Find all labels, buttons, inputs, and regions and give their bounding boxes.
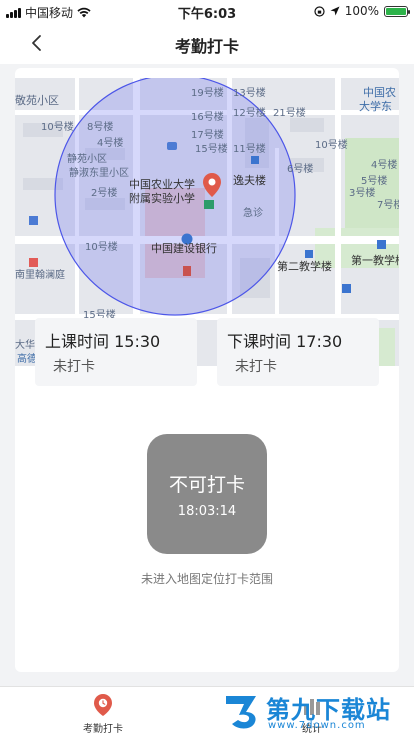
map-label: 4号楼 <box>97 138 124 149</box>
watermark-url: www.7down.com <box>268 720 366 731</box>
map-label: 静苑小区 <box>67 154 107 165</box>
map-label: 6号楼 <box>287 164 314 175</box>
map-label: 静淑东里小区 <box>69 168 129 179</box>
checkin-label: 不可打卡 <box>168 474 245 496</box>
map-label: 2号楼 <box>91 188 118 199</box>
map-label: 敬苑小区 <box>15 94 59 107</box>
map-label: 10号楼 <box>315 140 348 151</box>
checkin-clock: 18:03:14 <box>177 504 237 519</box>
map-label: 11号楼 <box>233 144 266 155</box>
battery-icon <box>384 5 410 17</box>
map-label: 19号楼 <box>191 88 224 99</box>
map-label: 第一教学楼 <box>351 254 399 267</box>
tab-attendance-label: 考勤打卡 <box>83 724 123 735</box>
rotation-lock-icon <box>314 5 325 17</box>
map-label: 附属实验小学 <box>129 192 195 205</box>
location-arrow-icon <box>330 6 340 16</box>
map-label: 大学东 <box>359 100 392 113</box>
map-label: 12号楼 <box>233 108 266 119</box>
class-end-box: 下课时间 17:30 未打卡 <box>217 318 379 386</box>
map-label: 南里翰澜庭 <box>15 270 65 281</box>
watermark-logo-icon <box>226 696 256 729</box>
status-bar: 中国移动 下午6:03 100% <box>0 0 414 22</box>
map-label: 8号楼 <box>87 122 114 133</box>
status-right: 100% <box>314 4 410 18</box>
class-end-status: 未打卡 <box>235 359 277 375</box>
map-label: 第二教学楼 <box>277 260 332 273</box>
class-end-time: 下课时间 17:30 <box>227 332 343 351</box>
map-label: 17号楼 <box>191 130 224 141</box>
attendance-card: 敬苑小区 10号楼 8号楼 4号楼 静苑小区 静淑东里小区 2号楼 10号楼 1… <box>15 68 399 672</box>
map-label: 4号楼 <box>371 160 398 171</box>
map-label: 10号楼 <box>41 122 74 133</box>
map-label: 中国建设银行 <box>151 242 217 255</box>
range-hint: 未进入地图定位打卡范围 <box>140 572 273 586</box>
map-label: 3号楼 <box>349 188 376 199</box>
map-label: 10号楼 <box>85 242 118 253</box>
map-label: 15号楼 <box>195 144 228 155</box>
watermark: 第九下载站 www.7down.com <box>222 690 412 734</box>
battery-percent: 100% <box>344 4 379 18</box>
class-start-status: 未打卡 <box>53 359 95 375</box>
location-pin-icon <box>94 694 112 716</box>
page-title: 考勤打卡 <box>174 37 239 56</box>
class-start-time: 上课时间 15:30 <box>45 332 161 351</box>
map-label: 16号楼 <box>191 112 224 123</box>
checkin-button[interactable]: 不可打卡 18:03:14 <box>147 434 267 554</box>
map-label: 急诊 <box>243 208 263 219</box>
map-label: 13号楼 <box>233 88 266 99</box>
class-start-box: 上课时间 15:30 未打卡 <box>35 318 197 386</box>
nav-bar: 考勤打卡 <box>0 22 414 64</box>
map-label: 7号楼 <box>377 200 399 211</box>
map-label: 21号楼 <box>273 108 306 119</box>
tab-attendance[interactable]: 考勤打卡 <box>63 693 143 735</box>
map-label: 逸夫楼 <box>233 174 266 187</box>
